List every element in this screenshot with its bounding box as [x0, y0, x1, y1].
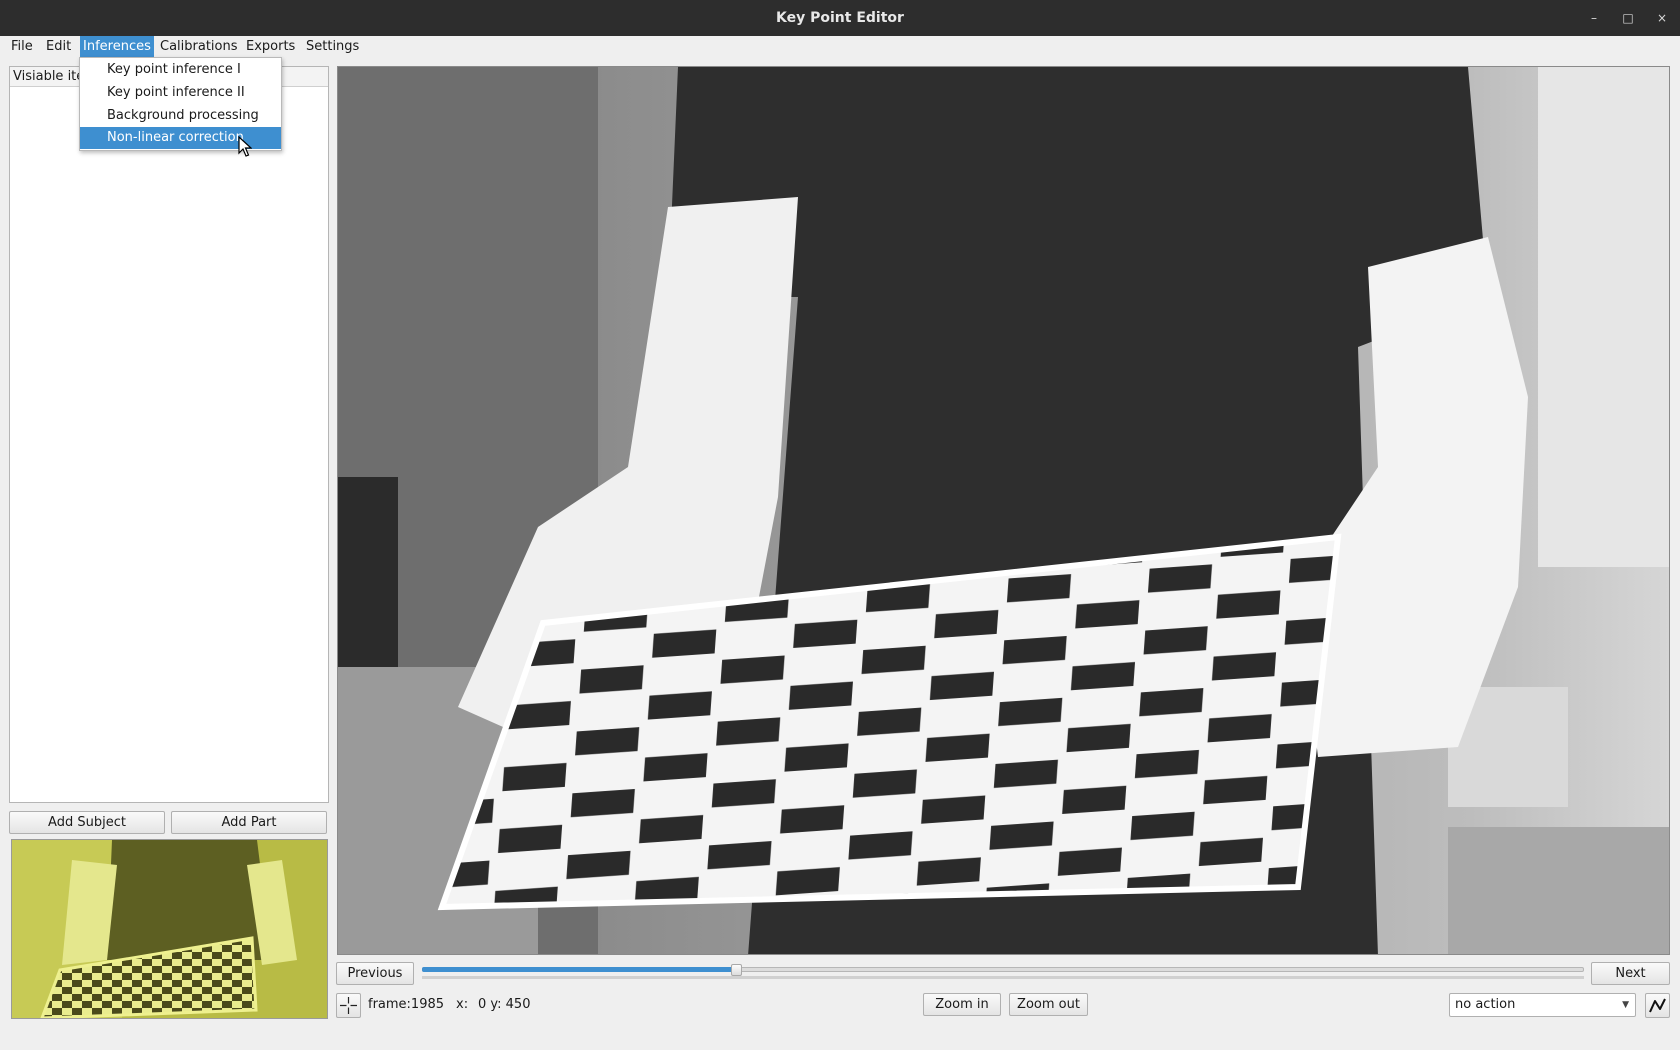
camera-frame-image: [338, 67, 1669, 954]
zoom-in-button[interactable]: Zoom in: [923, 993, 1001, 1016]
action-select-value: no action: [1455, 997, 1516, 1012]
add-subject-button[interactable]: Add Subject: [9, 811, 165, 834]
x-coordinate-label: x:: [456, 997, 469, 1012]
menu-calibrations[interactable]: Calibrations: [157, 36, 241, 58]
menu-item-background-processing[interactable]: Background processing: [80, 105, 281, 127]
frame-slider-handle[interactable]: [731, 964, 742, 976]
action-select[interactable]: no action ▼: [1449, 993, 1636, 1017]
close-icon[interactable]: ×: [1653, 9, 1671, 27]
title-bar: Key Point Editor – □ ×: [0, 0, 1680, 36]
chevron-down-icon: ▼: [1622, 1000, 1629, 1010]
frame-slider[interactable]: [422, 964, 1584, 979]
curve-button[interactable]: [1645, 993, 1670, 1018]
menu-file[interactable]: File: [8, 36, 36, 58]
frame-thumbnail[interactable]: [11, 839, 328, 1019]
menu-item-key-point-inference-2[interactable]: Key point inference II: [80, 82, 281, 104]
image-viewer[interactable]: [337, 66, 1670, 955]
frame-slider-groove: [422, 976, 1584, 979]
frame-slider-progress: [422, 967, 736, 972]
menu-exports[interactable]: Exports: [243, 36, 298, 58]
mouse-pointer-icon: [238, 135, 253, 162]
add-part-button[interactable]: Add Part: [171, 811, 327, 834]
previous-button[interactable]: Previous: [336, 962, 414, 985]
maximize-icon[interactable]: □: [1619, 9, 1637, 27]
crosshair-icon: [340, 997, 357, 1014]
visible-items-panel[interactable]: Visiable items: [9, 66, 329, 803]
menu-settings[interactable]: Settings: [303, 36, 362, 58]
frame-number-text: frame:1985: [368, 997, 445, 1012]
coordinate-readout: 0 y: 450: [478, 997, 531, 1012]
menu-inferences[interactable]: Inferences: [80, 36, 154, 58]
minimize-icon[interactable]: –: [1585, 9, 1603, 27]
crosshair-button[interactable]: [336, 993, 361, 1018]
zoom-out-button[interactable]: Zoom out: [1009, 993, 1088, 1016]
next-button[interactable]: Next: [1591, 962, 1670, 985]
window-title: Key Point Editor: [776, 10, 904, 26]
menu-edit[interactable]: Edit: [43, 36, 74, 58]
menu-bar: File Edit Inferences Calibrations Export…: [0, 36, 1680, 58]
curve-icon: [1649, 998, 1666, 1013]
menu-item-key-point-inference-1[interactable]: Key point inference I: [80, 59, 281, 81]
